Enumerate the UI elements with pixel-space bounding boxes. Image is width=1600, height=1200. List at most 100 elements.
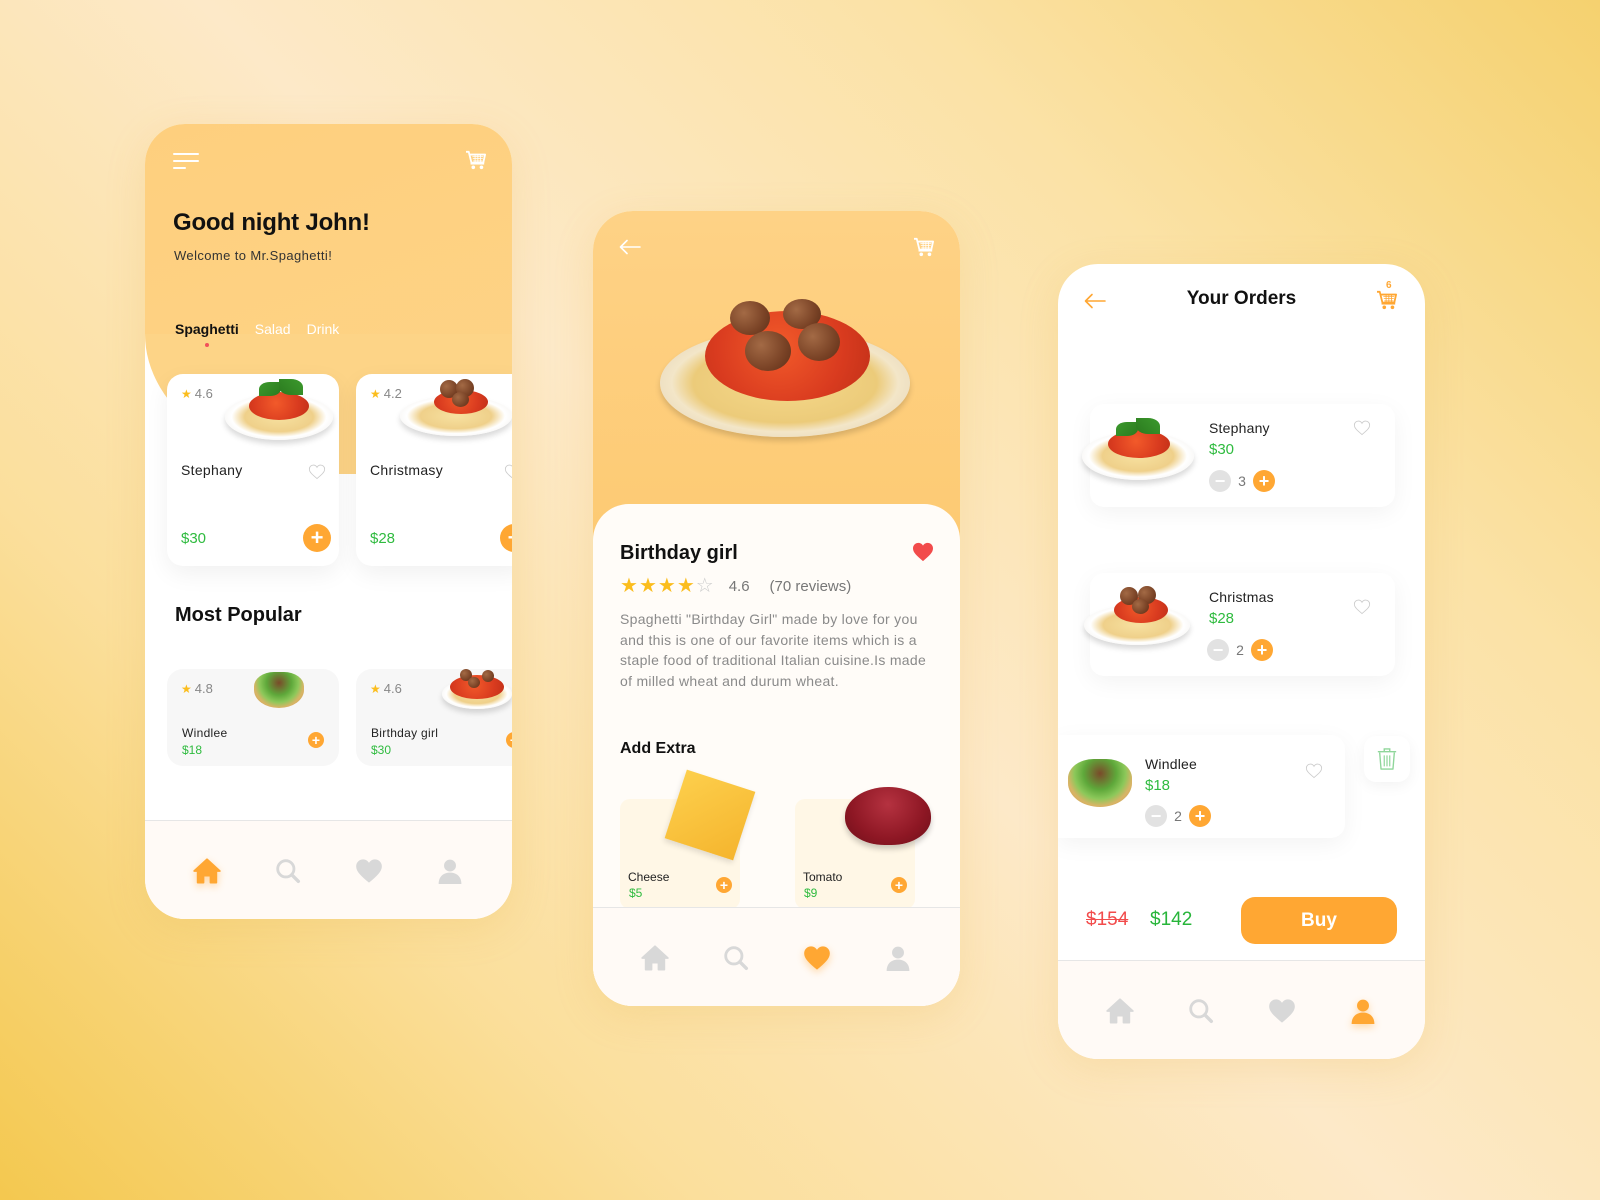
cart-icon[interactable] [913, 237, 935, 257]
back-arrow-icon[interactable] [619, 239, 641, 255]
featured-card-christmasy[interactable]: ★ 4.2 Christmasy $28 + [356, 374, 512, 566]
add-to-cart-button[interactable]: + [506, 732, 512, 748]
bottom-nav [1058, 960, 1425, 1059]
nav-search[interactable] [272, 855, 304, 887]
add-to-cart-button[interactable]: + [500, 524, 512, 552]
star-icon: ★ [657, 575, 676, 597]
favorite-heart-icon[interactable] [1305, 763, 1323, 779]
decrease-quantity-button[interactable]: − [1209, 470, 1231, 492]
rating-value: 4.6 [383, 681, 402, 696]
popular-card-windlee[interactable]: ★ 4.8 Windlee $18 + [167, 669, 339, 766]
bottom-nav [145, 820, 512, 919]
rating-value: 4.2 [383, 386, 402, 401]
nav-profile[interactable] [882, 942, 914, 974]
favorite-heart-icon[interactable] [504, 464, 512, 480]
increase-quantity-button[interactable]: + [1251, 639, 1273, 661]
food-title: Birthday girl [620, 542, 738, 564]
add-extra-title: Add Extra [620, 740, 696, 757]
featured-card-stephany[interactable]: ★ 4.6 Stephany $30 + [167, 374, 339, 566]
greeting-title: Good night John! [173, 209, 370, 236]
favorite-heart-icon[interactable] [308, 464, 326, 480]
add-extra-button[interactable]: + [716, 877, 732, 893]
rating: ★ 4.6 [370, 681, 402, 696]
food-name: Windlee [182, 726, 228, 740]
nav-home[interactable] [1104, 995, 1136, 1027]
nav-profile[interactable] [434, 855, 466, 887]
rating: ★ 4.8 [181, 681, 213, 696]
extra-card-tomato[interactable]: Tomato $9 + [795, 787, 931, 909]
buy-button[interactable]: Buy [1241, 897, 1397, 944]
order-name: Stephany [1209, 420, 1270, 436]
order-price: $30 [1209, 441, 1235, 458]
delete-item-button[interactable] [1364, 736, 1410, 782]
tab-spaghetti[interactable]: Spaghetti [175, 321, 239, 347]
popular-card-birthday-girl[interactable]: ★ 4.6 Birthday girl $30 + [356, 669, 512, 766]
tab-salad[interactable]: Salad [255, 321, 291, 337]
search-icon [275, 858, 301, 884]
home-icon [641, 944, 669, 972]
favorite-heart-icon[interactable] [1353, 420, 1371, 436]
heart-icon [803, 945, 831, 971]
nav-home[interactable] [639, 942, 671, 974]
rating-value: 4.6 [194, 386, 213, 401]
quantity-value: 2 [1236, 642, 1244, 658]
tab-drink[interactable]: Drink [307, 321, 340, 337]
extra-card-cheese[interactable]: Cheese $5 + [620, 769, 756, 909]
page-title: Your Orders [1186, 288, 1297, 309]
cart-button[interactable]: 6 [1376, 280, 1400, 310]
add-extra-button[interactable]: + [891, 877, 907, 893]
nav-favorites[interactable] [801, 942, 833, 974]
quantity-value: 3 [1238, 473, 1246, 489]
increase-quantity-button[interactable]: + [1189, 805, 1211, 827]
increase-quantity-button[interactable]: + [1253, 470, 1275, 492]
favorite-heart-icon[interactable] [911, 542, 935, 562]
extra-price: $5 [629, 886, 643, 900]
menu-icon[interactable] [173, 153, 199, 169]
review-count[interactable]: (70 reviews) [770, 578, 852, 595]
home-icon [1106, 997, 1134, 1025]
add-to-cart-button[interactable]: + [308, 732, 324, 748]
most-popular-title: Most Popular [175, 604, 302, 626]
add-to-cart-button[interactable]: + [303, 524, 331, 552]
nav-favorites[interactable] [1266, 995, 1298, 1027]
bottom-nav [593, 907, 960, 1006]
food-name: Christmasy [370, 462, 444, 478]
user-icon [437, 857, 463, 885]
greeting-subtitle: Welcome to Mr.Spaghetti! [174, 248, 333, 263]
trash-icon [1376, 747, 1398, 771]
star-icon: ★ [181, 386, 192, 401]
nav-search[interactable] [720, 942, 752, 974]
nav-favorites[interactable] [353, 855, 385, 887]
food-price: $30 [371, 743, 392, 757]
order-item-windlee[interactable]: Windlee $18 − 2 + [1058, 735, 1345, 838]
cart-icon [1376, 290, 1398, 310]
food-price: $18 [182, 743, 203, 757]
food-description: Spaghetti "Birthday Girl" made by love f… [620, 611, 927, 689]
star-icon: ★ [181, 681, 192, 696]
food-name: Stephany [181, 462, 243, 478]
extra-price: $9 [804, 886, 818, 900]
orders-screen: Your Orders 6 Stephany $30 − 3 + Christm [1058, 264, 1425, 1059]
detail-screen: Birthday girl ★ ★ ★ ★ ☆ 4.6 (70 reviews)… [593, 211, 960, 1006]
decrease-quantity-button[interactable]: − [1207, 639, 1229, 661]
star-icon: ★ [638, 575, 657, 597]
nav-home[interactable] [191, 855, 223, 887]
food-price: $28 [370, 530, 396, 547]
user-icon [885, 944, 911, 972]
cart-icon[interactable] [465, 150, 487, 170]
category-tabs: Spaghetti Salad Drink [175, 321, 340, 347]
order-item-christmas[interactable]: Christmas $28 − 2 + [1084, 573, 1395, 676]
star-icon: ★ [370, 681, 381, 696]
nav-profile[interactable] [1347, 995, 1379, 1027]
decrease-quantity-button[interactable]: − [1145, 805, 1167, 827]
quantity-stepper: − 3 + [1209, 470, 1275, 492]
order-price: $28 [1209, 610, 1235, 627]
order-item-stephany[interactable]: Stephany $30 − 3 + [1082, 404, 1395, 507]
home-icon [193, 857, 221, 885]
favorite-heart-icon[interactable] [1353, 599, 1371, 615]
food-name: Birthday girl [371, 726, 439, 740]
cheese-image [664, 769, 756, 861]
rating: ★ 4.2 [370, 386, 402, 401]
nav-search[interactable] [1185, 995, 1217, 1027]
discounted-total: $142 [1150, 909, 1193, 930]
